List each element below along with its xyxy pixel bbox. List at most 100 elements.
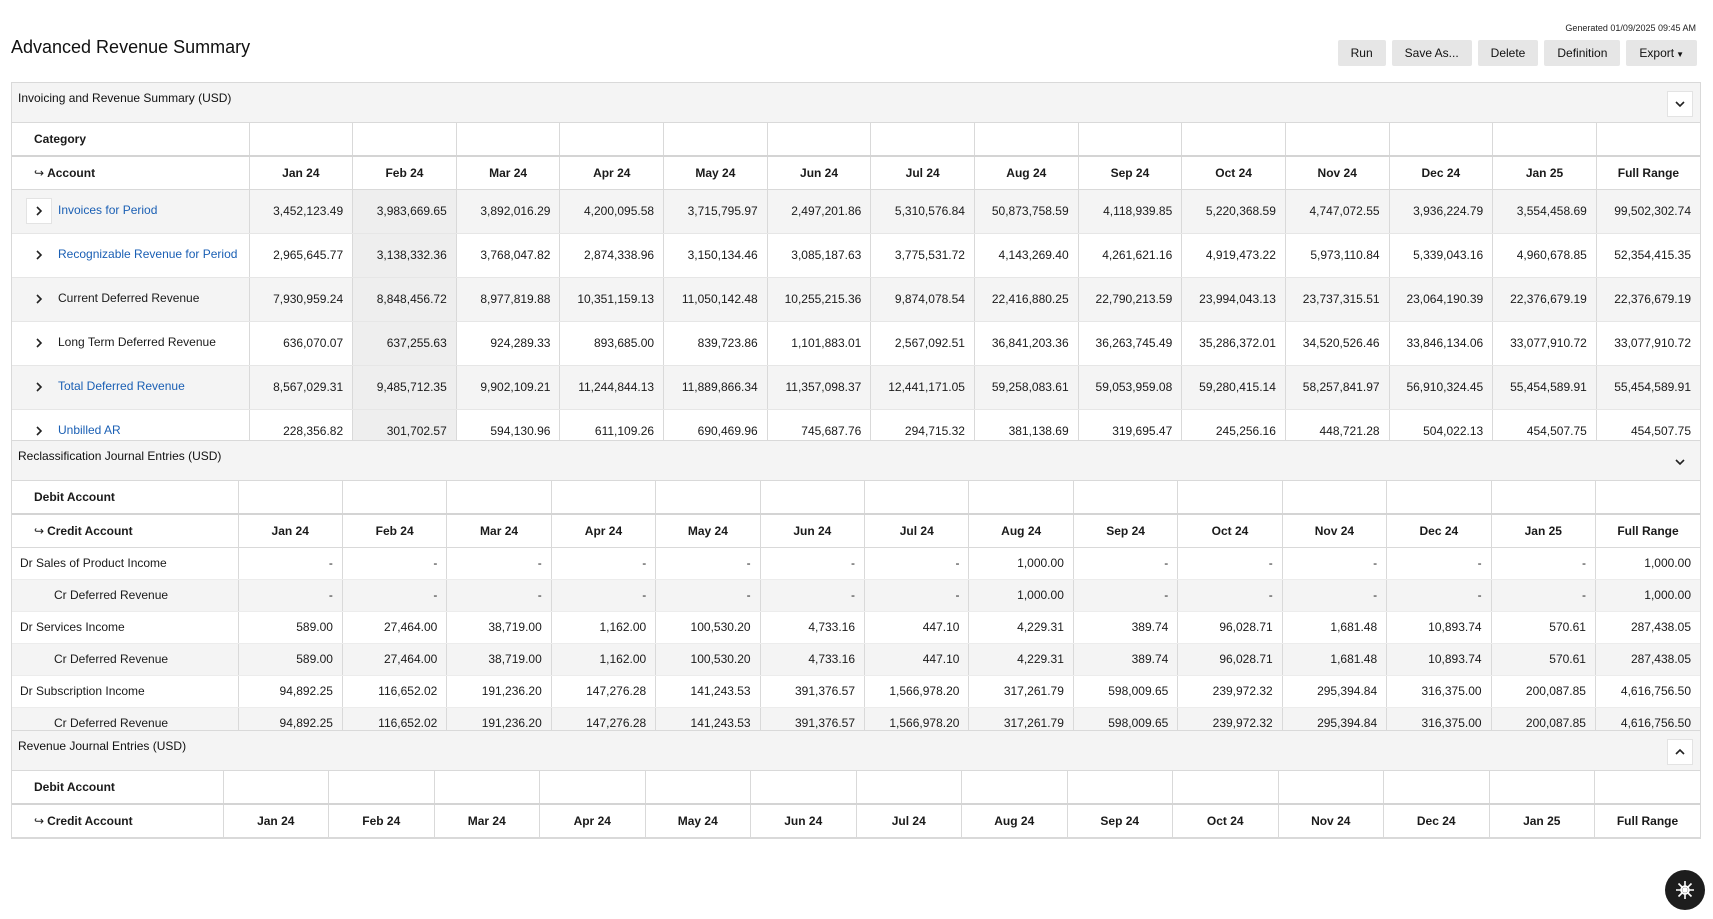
- value-cell: -: [1177, 579, 1283, 612]
- run-button[interactable]: Run: [1337, 40, 1386, 66]
- column-header: Jan 24: [237, 514, 343, 548]
- column-header: Nov 24: [1284, 156, 1390, 190]
- expand-row-button[interactable]: [26, 330, 52, 356]
- table-row: Recognizable Revenue for Period 2,965,645…: [12, 233, 1700, 278]
- expand-row-button[interactable]: [26, 198, 52, 224]
- table-row: Dr Services Income 589.00 27,464.00 38,719.…: [12, 611, 1700, 644]
- value-cell: 1,162.00: [550, 611, 656, 644]
- header-blank-cell: [766, 123, 871, 157]
- header-credit-label: Credit Account: [47, 523, 133, 538]
- column-header: Oct 24: [1177, 514, 1283, 548]
- column-header: Mar 24: [433, 804, 540, 838]
- value-cell: 4,733.16: [759, 643, 865, 676]
- value-cell: 839,723.86: [663, 321, 768, 366]
- assistant-fab-button[interactable]: [1665, 870, 1705, 910]
- value-cell: 1,000.00: [1594, 579, 1700, 612]
- value-cell: 3,892,016.29: [455, 189, 560, 234]
- value-cell: 3,768,047.82: [455, 233, 560, 278]
- summary-panel: Invoicing and Revenue Summary (USD) Cate…: [11, 82, 1701, 455]
- value-cell: 23,064,190.39: [1388, 277, 1493, 322]
- row-label-cell: Cr Deferred Revenue: [12, 579, 238, 612]
- header-blank-cell: [1077, 123, 1182, 157]
- header-blank-cell: [1072, 481, 1178, 515]
- column-header: Nov 24: [1277, 804, 1384, 838]
- value-cell: -: [1177, 547, 1283, 580]
- value-cell: 4,229.31: [968, 611, 1074, 644]
- column-header: Aug 24: [961, 804, 1067, 838]
- value-cell: 3,775,531.72: [870, 233, 975, 278]
- delete-button[interactable]: Delete: [1477, 40, 1539, 66]
- page-title: Advanced Revenue Summary: [11, 37, 251, 57]
- header-credit-label: Credit Account: [47, 813, 133, 828]
- collapse-toggle[interactable]: [1667, 449, 1693, 475]
- header-blank-cell: [248, 123, 353, 157]
- value-cell: 10,893.74: [1386, 611, 1492, 644]
- row-link[interactable]: Recognizable Revenue for Period: [58, 247, 237, 261]
- header-blank-cell: [1284, 123, 1390, 157]
- value-cell: 3,150,134.46: [663, 233, 768, 278]
- assistant-logo-icon: [1676, 881, 1694, 899]
- value-cell: 3,554,458.69: [1492, 189, 1597, 234]
- value-cell: 4,229.31: [968, 643, 1074, 676]
- expand-row-button[interactable]: [26, 286, 52, 312]
- column-header: Oct 24: [1172, 804, 1278, 838]
- value-cell: -: [864, 547, 969, 580]
- save-as-button[interactable]: Save As...: [1391, 40, 1472, 66]
- column-header: Aug 24: [968, 514, 1074, 548]
- reclass-panel-title: Reclassification Journal Entries (USD): [18, 449, 222, 463]
- value-cell: 9,874,078.54: [870, 277, 975, 322]
- reclass-panel-header[interactable]: Reclassification Journal Entries (USD): [12, 441, 1700, 481]
- header-blank-cell: [1488, 771, 1595, 805]
- value-cell: 4,118,939.85: [1077, 189, 1182, 234]
- chevron-right-icon: [36, 426, 43, 436]
- row-label-cell: Dr Sales of Product Income: [12, 547, 238, 580]
- value-cell: 9,485,712.35: [352, 365, 457, 410]
- summary-panel-header[interactable]: Invoicing and Revenue Summary (USD): [12, 83, 1700, 123]
- expand-row-button[interactable]: [26, 242, 52, 268]
- header-category: Category: [12, 123, 249, 157]
- column-header: Dec 24: [1383, 804, 1489, 838]
- column-header: Nov 24: [1281, 514, 1387, 548]
- row-link[interactable]: Total Deferred Revenue: [58, 379, 185, 393]
- value-cell: 11,050,142.48: [663, 277, 768, 322]
- value-cell: 893,685.00: [559, 321, 664, 366]
- value-cell: -: [1072, 579, 1178, 612]
- value-cell: 116,652.02: [341, 675, 447, 708]
- value-cell: 22,376,679.19: [1492, 277, 1597, 322]
- header-blank-cell: [864, 481, 969, 515]
- header-blank-cell: [968, 481, 1074, 515]
- revenue-panel-header[interactable]: Revenue Journal Entries (USD): [12, 731, 1700, 771]
- value-cell: 38,719.00: [446, 643, 552, 676]
- row-link[interactable]: Invoices for Period: [58, 203, 157, 217]
- value-cell: 3,983,669.65: [352, 189, 457, 234]
- value-cell: 96,028.71: [1177, 611, 1283, 644]
- value-cell: 4,200,095.58: [559, 189, 664, 234]
- value-cell: 1,566,978.20: [864, 675, 969, 708]
- header-blank-cell: [433, 771, 540, 805]
- value-cell: 5,220,368.59: [1181, 189, 1286, 234]
- definition-button[interactable]: Definition: [1544, 40, 1621, 66]
- value-cell: 8,977,819.88: [455, 277, 560, 322]
- header-account-label: Account: [47, 165, 96, 180]
- table-row: Current Deferred Revenue 7,930,959.24 8,84…: [12, 277, 1700, 322]
- value-cell: 589.00: [237, 611, 343, 644]
- expand-toggle[interactable]: [1667, 739, 1693, 765]
- column-header: Feb 24: [352, 156, 457, 190]
- row-link[interactable]: Unbilled AR: [58, 423, 121, 437]
- value-cell: 2,567,092.51: [870, 321, 975, 366]
- column-header: Full Range: [1594, 804, 1700, 838]
- header-blank-cell: [1594, 481, 1700, 515]
- export-button[interactable]: Export ▼: [1626, 40, 1697, 66]
- header-blank-cell: [352, 123, 457, 157]
- value-cell: 36,263,745.49: [1077, 321, 1182, 366]
- revenue-panel: Revenue Journal Entries (USD) Debit Acco…: [11, 730, 1701, 839]
- collapse-toggle[interactable]: [1667, 91, 1693, 117]
- value-cell: 55,454,589.91: [1595, 365, 1700, 410]
- header-blank-cell: [1066, 771, 1173, 805]
- expand-row-button[interactable]: [26, 374, 52, 400]
- value-cell: -: [759, 547, 865, 580]
- value-cell: 10,893.74: [1386, 643, 1492, 676]
- summary-table: Category ↪ Account Jan 24 Feb 24 Mar 24 Apr 2…: [12, 123, 1700, 454]
- value-cell: 5,339,043.16: [1388, 233, 1493, 278]
- value-cell: 59,258,083.61: [973, 365, 1079, 410]
